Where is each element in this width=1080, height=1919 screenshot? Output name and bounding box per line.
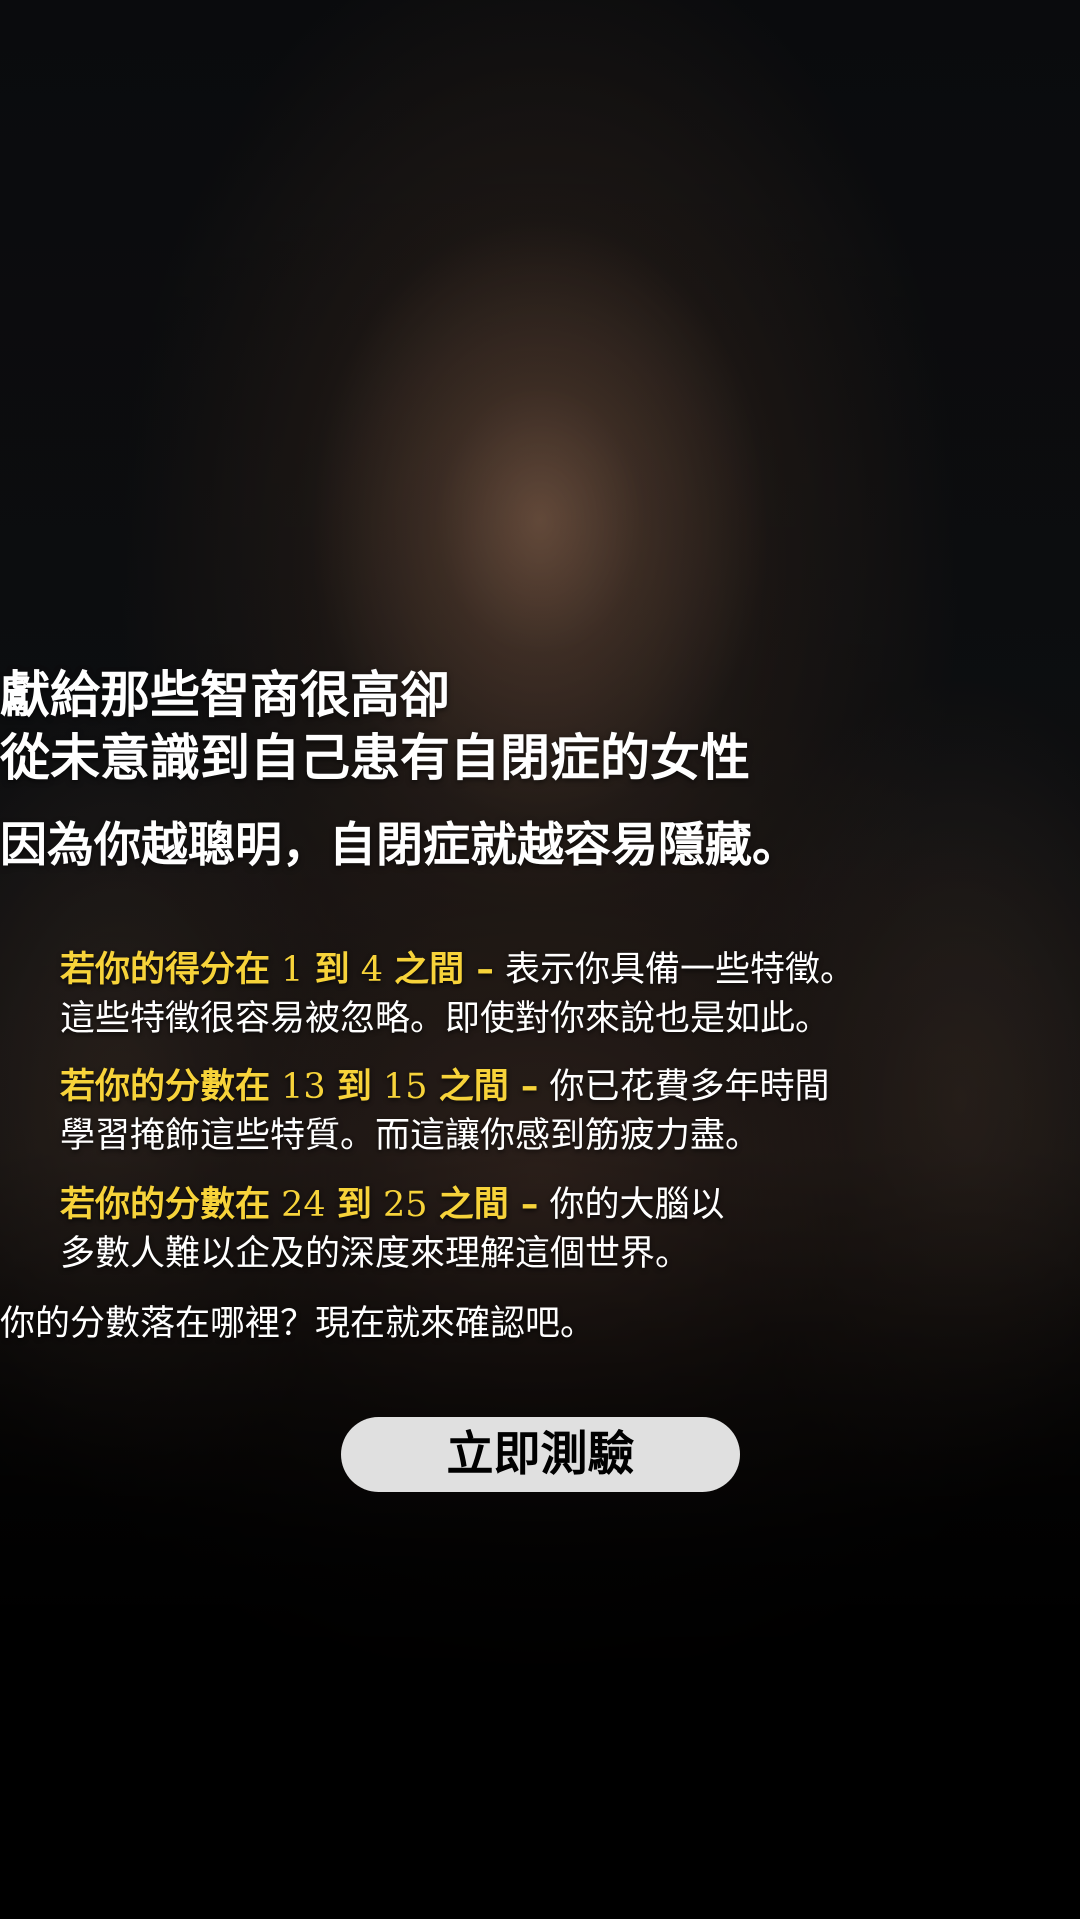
tier-1-text-1: 表示你具備一些特徵。: [504, 950, 855, 990]
tier-1-line-1: 若你的得分在 1 到 4 之間 – 表示你具備一些特徵。: [60, 946, 1020, 995]
tier-3-prefix: 若你的分數在: [60, 1185, 271, 1225]
tier-2-high: 15: [383, 1067, 428, 1107]
tier-2-suffix: 之間 –: [438, 1067, 539, 1107]
tier-2-text-2: 學習掩飾這些特質。而這讓你感到筋疲力盡。: [60, 1116, 761, 1156]
tier-3-mid: 到: [336, 1185, 372, 1225]
tier-2-mid: 到: [336, 1067, 372, 1107]
tier-3-suffix: 之間 –: [438, 1185, 539, 1225]
tier-2-text-1: 你已花費多年時間: [549, 1067, 830, 1107]
tier-1-low: 1: [281, 950, 304, 990]
score-tier-1: 若你的得分在 1 到 4 之間 – 表示你具備一些特徵。 這些特徵很容易被忽略。…: [60, 946, 1020, 1044]
score-prompt: 你的分數落在哪裡？現在就來確認吧。: [0, 1304, 596, 1344]
tier-1-text-2: 這些特徵很容易被忽略。即使對你來說也是如此。: [60, 999, 831, 1039]
tier-1-prefix: 若你的得分在: [60, 950, 271, 990]
headline-line-1: 獻給那些智商很高卻: [0, 666, 450, 724]
tier-2-line-1: 若你的分數在 13 到 15 之間 – 你已花費多年時間: [60, 1063, 1020, 1112]
headline: 獻給那些智商很高卻 從未意識到自己患有自閉症的女性: [0, 664, 1080, 790]
headline-line-2: 從未意識到自己患有自閉症的女性: [0, 729, 750, 787]
tier-2-low: 13: [281, 1067, 326, 1107]
tier-3-text-2: 多數人難以企及的深度來理解這個世界。: [60, 1234, 691, 1274]
score-tier-2: 若你的分數在 13 到 15 之間 – 你已花費多年時間 學習掩飾這些特質。而這…: [60, 1063, 1020, 1161]
score-tier-3: 若你的分數在 24 到 25 之間 – 你的大腦以 多數人難以企及的深度來理解這…: [60, 1181, 1020, 1279]
tier-1-high: 4: [360, 950, 384, 990]
tier-1-mid: 到: [314, 950, 350, 990]
tier-3-line-1: 若你的分數在 24 到 25 之間 – 你的大腦以: [60, 1181, 1020, 1230]
tier-3-text-1: 你的大腦以: [549, 1185, 725, 1225]
tier-3-low: 24: [281, 1185, 326, 1225]
subheadline: 因為你越聰明，自閉症就越容易隱藏。: [0, 818, 799, 873]
tier-3-high: 25: [383, 1185, 428, 1225]
take-test-button[interactable]: 立即測驗: [341, 1417, 740, 1492]
tier-2-prefix: 若你的分數在: [60, 1067, 271, 1107]
tier-1-suffix: 之間 –: [394, 950, 494, 990]
ad-page: 獻給那些智商很高卻 從未意識到自己患有自閉症的女性 因為你越聰明，自閉症就越容易…: [0, 0, 1080, 1919]
